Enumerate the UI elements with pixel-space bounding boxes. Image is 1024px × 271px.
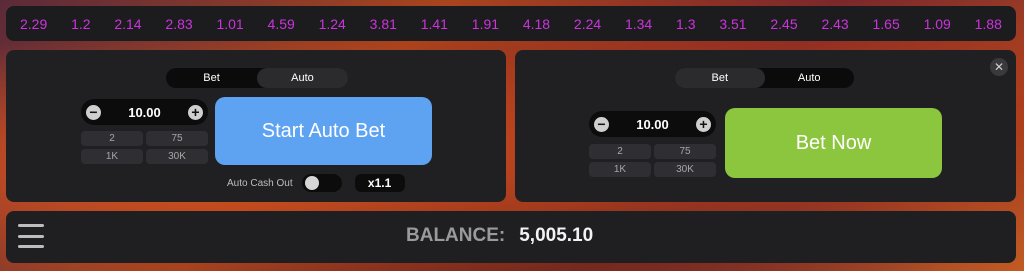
auto-cash-out-toggle[interactable] xyxy=(301,174,342,192)
footer-bar: BALANCE: 5,005.10 xyxy=(6,211,1016,263)
history-multiplier: 3.51 xyxy=(719,15,747,32)
bet-amount-stepper: − 10.00 + xyxy=(81,99,208,125)
bet-amount-value[interactable]: 10.00 xyxy=(128,105,161,120)
auto-cash-out-row: Auto Cash Out x1.1 xyxy=(227,174,405,192)
bet-amount-stepper: − 10.00 + xyxy=(589,111,716,137)
increase-amount-button[interactable]: + xyxy=(187,104,203,120)
history-multiplier: 3.81 xyxy=(369,15,397,32)
history-multiplier: 4.59 xyxy=(267,15,295,32)
quick-amount-chip[interactable]: 1K xyxy=(81,149,143,164)
hamburger-menu-icon[interactable] xyxy=(18,224,44,248)
history-multiplier: 1.2 xyxy=(71,15,91,32)
increase-amount-button[interactable]: + xyxy=(695,116,711,132)
quick-amount-chip[interactable]: 75 xyxy=(654,144,716,159)
bet-mode-tabs: Bet Auto xyxy=(166,68,348,88)
history-multiplier: 4.18 xyxy=(522,15,551,32)
cash-out-multiplier-input[interactable]: x1.1 xyxy=(354,174,405,192)
history-multiplier: 1.09 xyxy=(923,15,951,32)
quick-amount-chip[interactable]: 2 xyxy=(81,131,143,146)
quick-amount-chip[interactable]: 2 xyxy=(589,144,651,159)
history-multiplier: 2.83 xyxy=(165,15,193,32)
bet-mode-tabs: Bet Auto xyxy=(675,68,854,88)
tab-bet[interactable]: Bet xyxy=(675,68,765,88)
bet-now-button[interactable]: Bet Now xyxy=(725,108,942,178)
history-multiplier: 1.91 xyxy=(471,15,500,32)
auto-cash-out-label: Auto Cash Out xyxy=(227,177,293,189)
auto-bet-panel: Bet Auto − 10.00 + 2 75 1K 30K Start Aut… xyxy=(6,50,506,202)
close-icon[interactable]: ✕ xyxy=(990,58,1008,76)
decrease-amount-button[interactable]: − xyxy=(594,116,609,132)
history-multiplier: 2.43 xyxy=(821,15,849,32)
history-multiplier: 1.01 xyxy=(216,15,244,32)
quick-amount-chip[interactable]: 30K xyxy=(146,149,208,164)
tab-auto[interactable]: Auto xyxy=(765,68,855,88)
quick-amount-chip[interactable]: 1K xyxy=(589,162,651,177)
balance-display: BALANCE: 5,005.10 xyxy=(406,225,593,247)
toggle-knob xyxy=(304,176,319,190)
multiplier-history-bar: 2.29 1.2 2.14 2.83 1.01 4.59 1.24 3.81 1… xyxy=(6,6,1016,41)
tab-bet[interactable]: Bet xyxy=(166,68,257,88)
start-auto-bet-button[interactable]: Start Auto Bet xyxy=(215,97,432,165)
decrease-amount-button[interactable]: − xyxy=(86,104,101,120)
history-multiplier: 1.34 xyxy=(624,15,653,32)
bet-amount-value[interactable]: 10.00 xyxy=(636,117,669,132)
history-multiplier: 2.14 xyxy=(114,15,142,32)
tab-auto[interactable]: Auto xyxy=(257,68,348,88)
quick-amount-chip[interactable]: 30K xyxy=(654,162,716,177)
history-multiplier: 1.88 xyxy=(974,15,1002,32)
history-multiplier: 1.3 xyxy=(676,15,696,32)
history-multiplier: 2.45 xyxy=(770,15,798,32)
history-multiplier: 2.24 xyxy=(573,15,602,32)
history-multiplier: 1.24 xyxy=(318,15,346,32)
quick-amount-chip[interactable]: 75 xyxy=(146,131,208,146)
history-multiplier: 1.41 xyxy=(420,15,448,32)
balance-label: BALANCE: xyxy=(406,225,506,246)
manual-bet-panel: ✕ Bet Auto − 10.00 + 2 75 1K 30K Bet Now xyxy=(515,50,1016,202)
balance-value: 5,005.10 xyxy=(519,225,594,246)
quick-amount-chips: 2 75 1K 30K xyxy=(589,144,716,177)
quick-amount-chips: 2 75 1K 30K xyxy=(81,131,208,164)
history-multiplier: 2.29 xyxy=(20,15,48,32)
history-multiplier: 1.65 xyxy=(872,15,900,32)
